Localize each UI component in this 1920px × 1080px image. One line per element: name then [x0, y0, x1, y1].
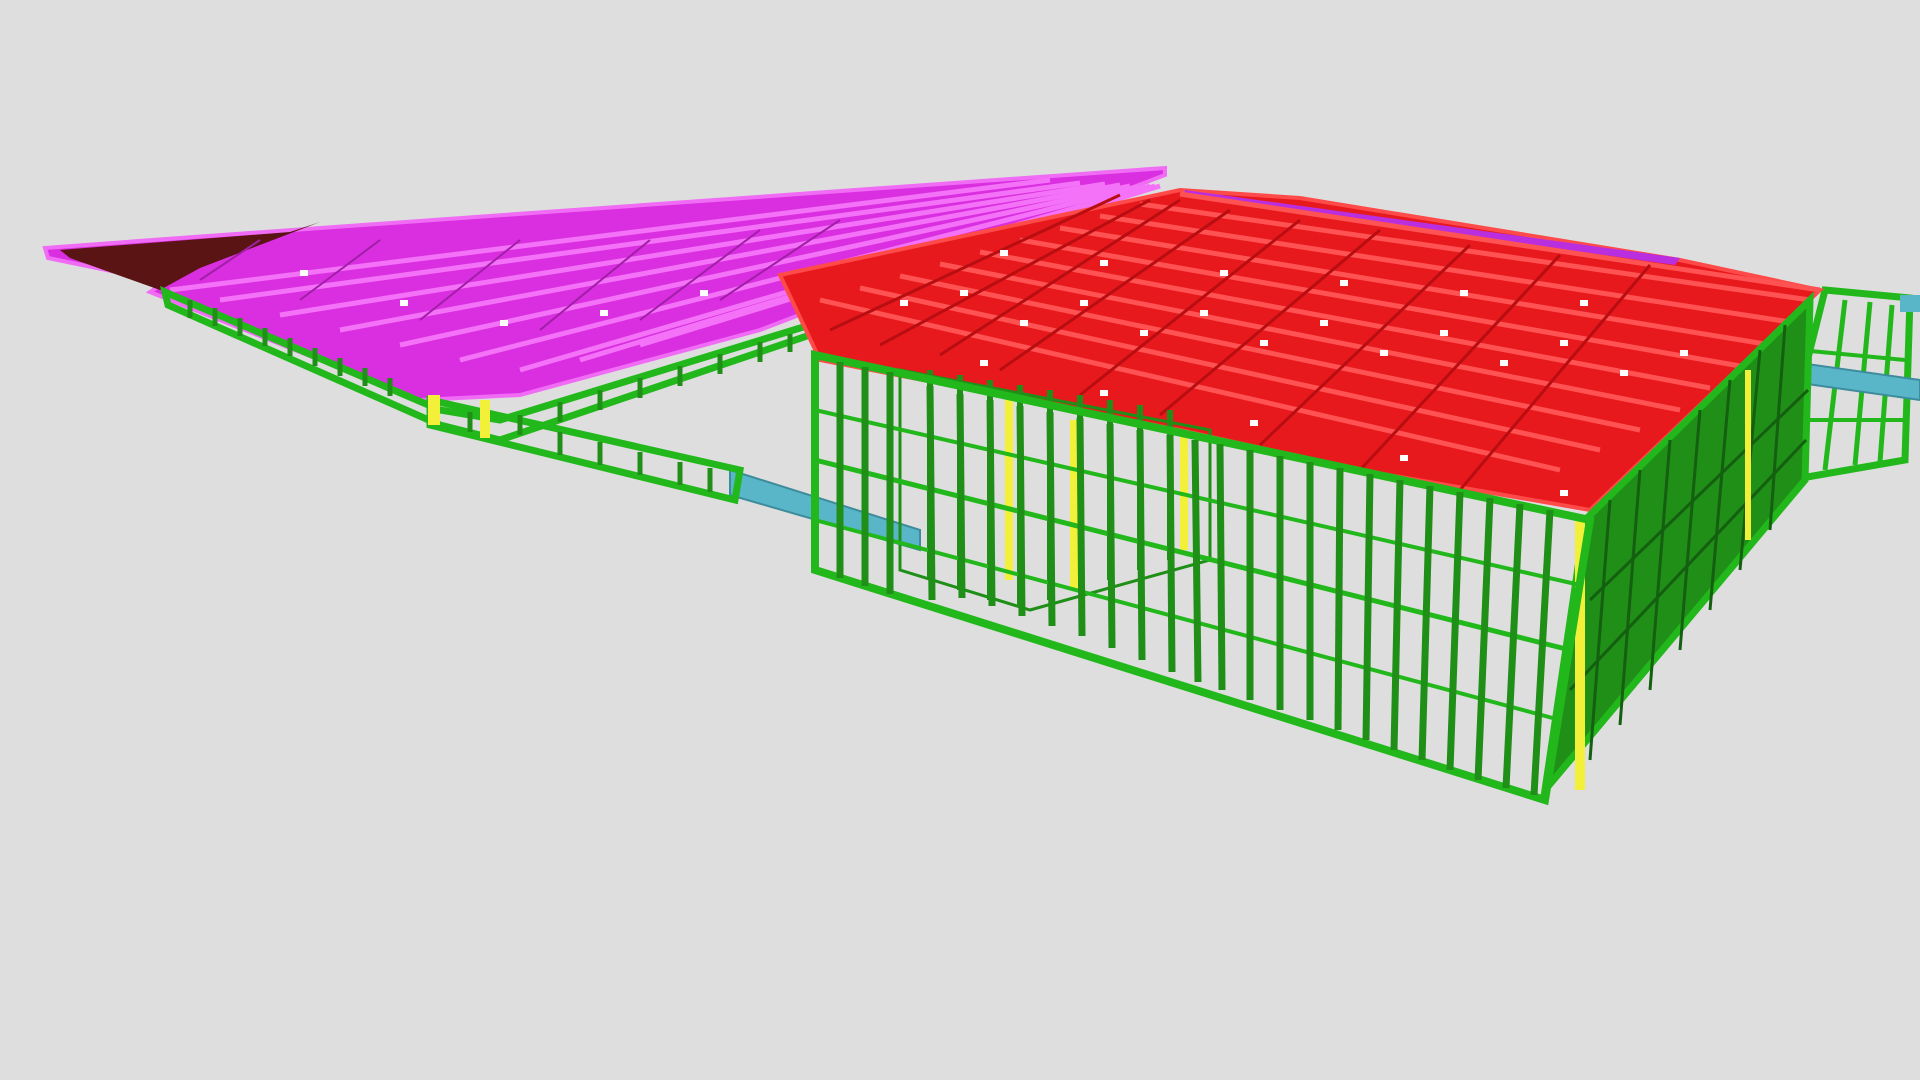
steel-frame-model[interactable]: [0, 0, 1920, 1080]
right-beam-top: [1900, 295, 1920, 312]
left-post: [428, 395, 440, 425]
interior-post: [1005, 400, 1013, 580]
3d-model-viewport[interactable]: [0, 0, 1920, 1080]
